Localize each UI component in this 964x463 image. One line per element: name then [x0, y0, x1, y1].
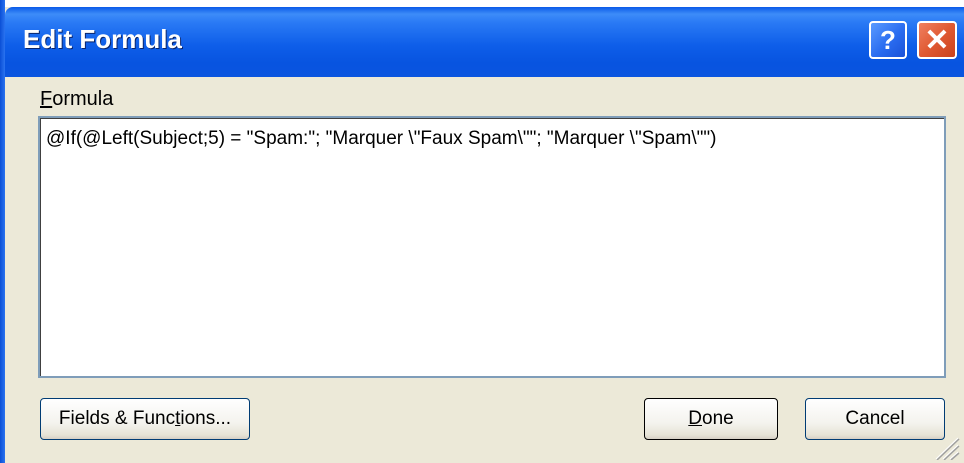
- close-button[interactable]: ✕: [917, 21, 957, 59]
- formula-label: Formula: [40, 88, 113, 111]
- help-button[interactable]: ?: [869, 21, 907, 59]
- done-button[interactable]: Done: [644, 398, 778, 440]
- formula-textarea[interactable]: @If(@Left(Subject;5) = "Spam:"; "Marquer…: [38, 116, 946, 378]
- fields-functions-label-post: ions...: [180, 408, 232, 429]
- fields-functions-label-pre: Fields & Func: [58, 408, 176, 429]
- close-icon: ✕: [924, 23, 950, 57]
- cancel-label: Cancel: [845, 408, 905, 429]
- title-bar[interactable]: Edit Formula ? ✕: [5, 7, 964, 77]
- formula-label-mnemonic: F: [40, 88, 53, 110]
- formula-text: @If(@Left(Subject;5) = "Spam:"; "Marquer…: [46, 128, 717, 149]
- window-title: Edit Formula: [23, 24, 182, 54]
- help-icon: ?: [880, 24, 896, 55]
- window-top-edge: [0, 0, 964, 7]
- edit-formula-dialog: Edit Formula ? ✕ Formula @If(@Left(Subje…: [0, 0, 964, 463]
- resize-grip-icon[interactable]: [930, 432, 960, 460]
- done-label-mnemonic: D: [688, 408, 703, 429]
- done-label-rest: one: [702, 408, 734, 429]
- fields-functions-button[interactable]: Fields & Func t ions...: [40, 398, 250, 440]
- cancel-button[interactable]: Cancel: [805, 398, 945, 440]
- formula-label-rest: ormula: [52, 88, 114, 110]
